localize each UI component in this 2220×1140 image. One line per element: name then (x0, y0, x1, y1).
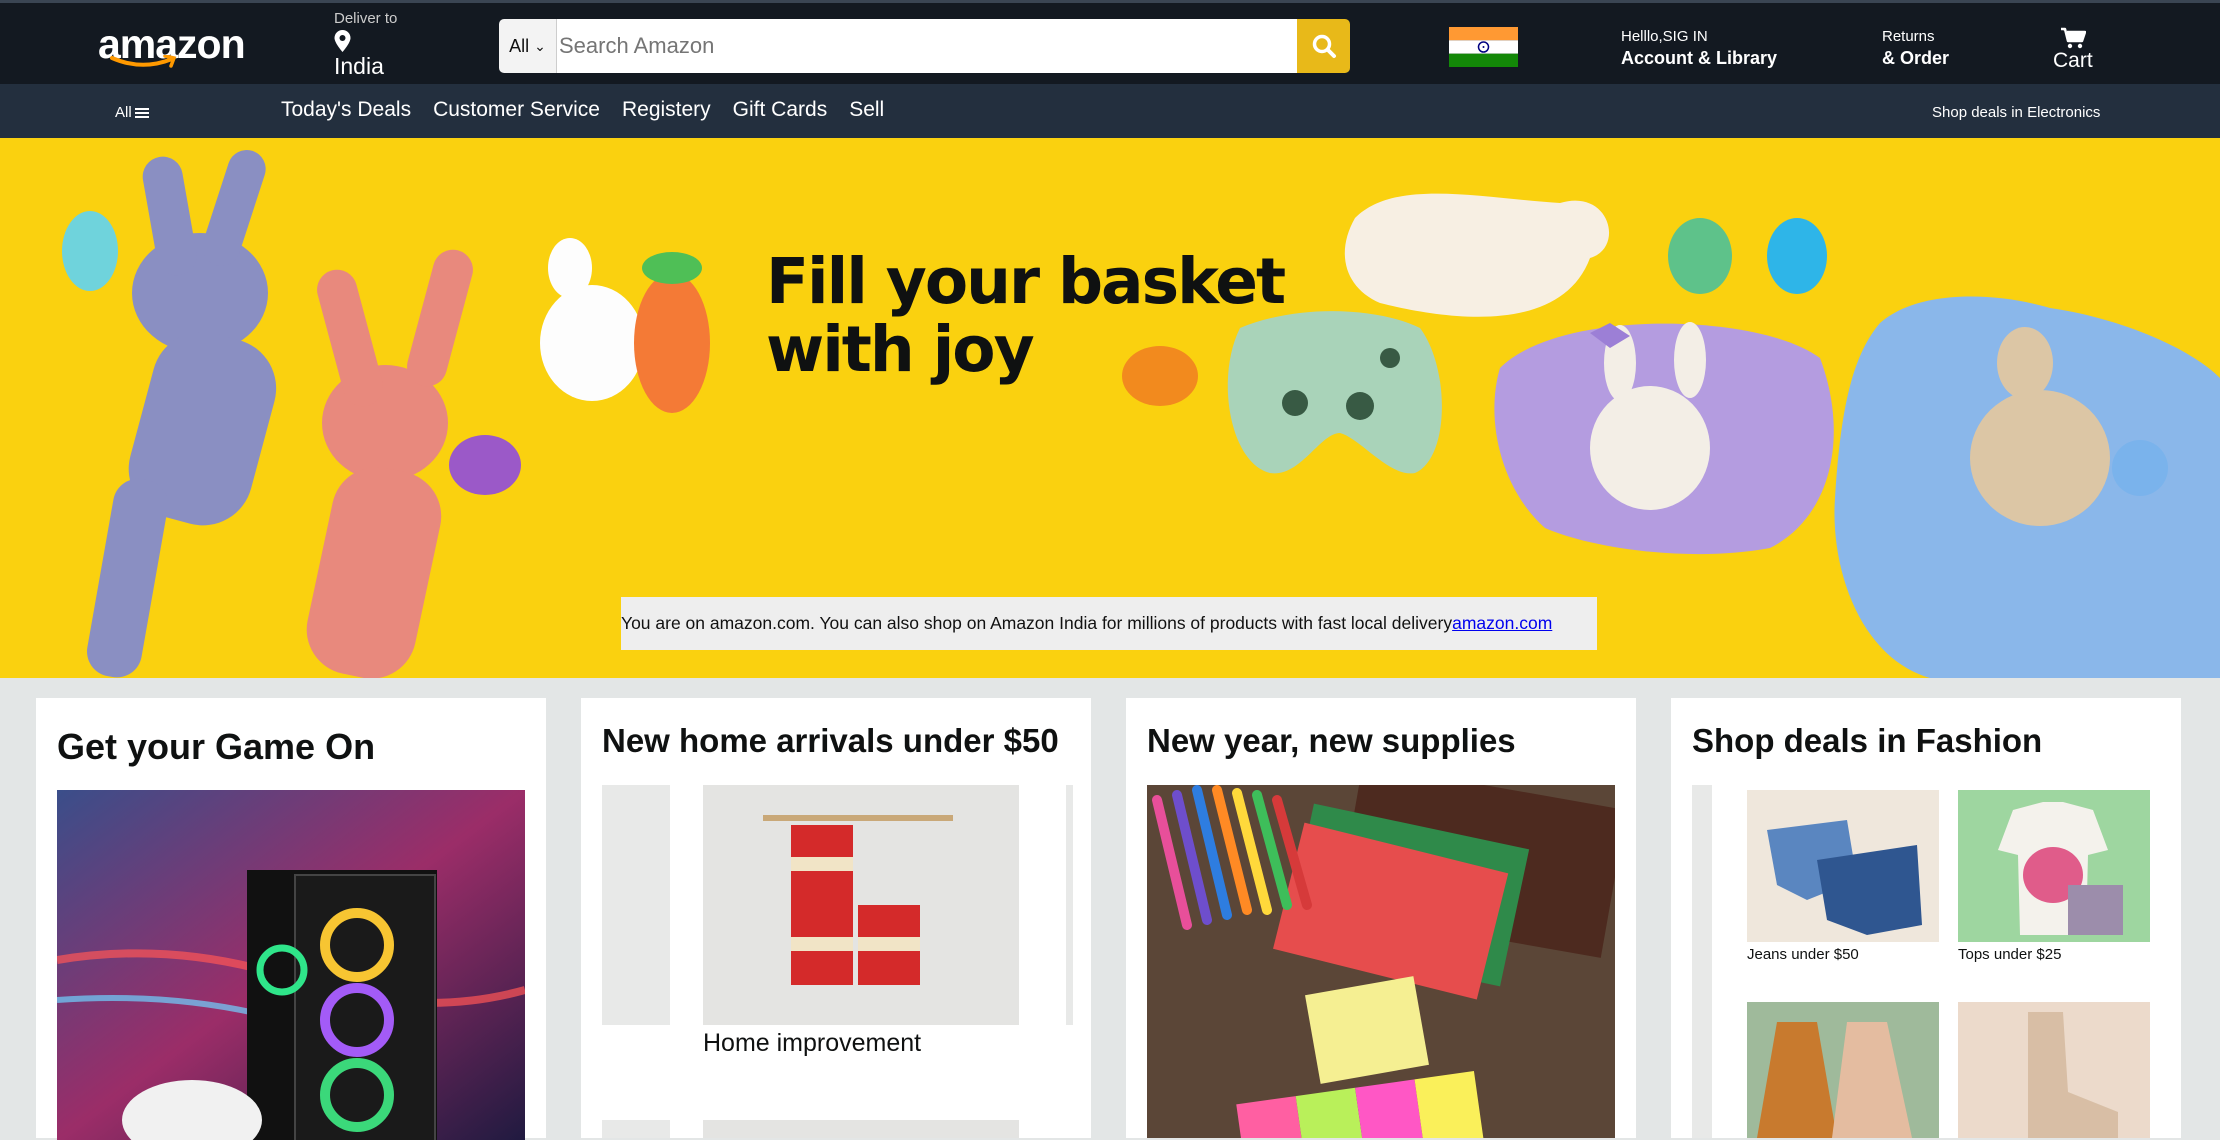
tile-caption-tops[interactable]: Tops under $25 (1958, 946, 2061, 963)
hamburger-icon (134, 107, 149, 118)
hero-headline-line2: with joy (766, 313, 1035, 386)
tile-caption-jeans[interactable]: Jeans under $50 (1747, 946, 1859, 963)
nav-all-menu[interactable]: All (115, 104, 149, 121)
school-supplies-image[interactable] (1147, 785, 1615, 1138)
carousel-prev-tile[interactable] (602, 785, 670, 1025)
nav-links: Today's Deals Customer Service Registery… (281, 98, 884, 122)
orders-label: & Order (1882, 48, 1950, 68)
search-button[interactable] (1297, 19, 1350, 73)
milk-paint-image[interactable] (703, 785, 1019, 1025)
card-title: New home arrivals under $50 (602, 722, 1059, 759)
card-title: Shop deals in Fashion (1692, 722, 2043, 759)
hero-headline-line1: Fill your basket (766, 245, 1286, 318)
carousel-tile[interactable] (703, 1120, 1019, 1138)
cart-icon (2060, 27, 2086, 49)
tile-caption-home-improvement[interactable]: Home improvement (703, 1029, 921, 1058)
search-input[interactable] (557, 19, 1297, 73)
search-department-label: All (509, 35, 530, 56)
logo-smile-icon (110, 55, 177, 68)
dresses-image[interactable] (1747, 1002, 1939, 1138)
jeans-image[interactable] (1747, 790, 1939, 942)
india-flag-icon[interactable] (1449, 27, 1518, 67)
nav-link-gift-cards[interactable]: Gift Cards (733, 98, 828, 122)
search-bar: All ⌄ (499, 19, 1350, 73)
chevron-down-icon: ⌄ (534, 37, 546, 54)
account-label: Account & Library (1621, 48, 1778, 68)
carousel-tile[interactable] (602, 1120, 670, 1138)
boots-image[interactable] (1958, 1002, 2150, 1138)
nav-bar: All Today's Deals Customer Service Regis… (0, 84, 2220, 138)
bunny-purse (1494, 322, 1834, 555)
card-title: Get your Game On (57, 726, 376, 767)
returns-orders[interactable]: Returns & Order (1882, 28, 1949, 69)
hero-headline: Fill your basket with joy (766, 245, 1286, 386)
account-greeting: Helllo,SIG IN (1621, 28, 1708, 45)
deliver-to-label: Deliver to (334, 10, 398, 27)
card-title: New year, new supplies (1147, 722, 1516, 759)
nav-link-customer-service[interactable]: Customer Service (433, 98, 600, 122)
returns-label: Returns (1882, 28, 1935, 45)
locale-notice: You are on amazon.com. You can also shop… (621, 597, 1597, 650)
location-pin-icon (334, 30, 351, 52)
cart-button[interactable]: Cart (2053, 27, 2093, 73)
account-menu[interactable]: Helllo,SIG IN Account & Library (1621, 28, 1777, 69)
easter-egg-blue (62, 211, 118, 291)
deliver-country: India (334, 53, 384, 79)
search-icon (1312, 34, 1336, 58)
hero-banner[interactable]: Fill your basket with joy You are on ama… (0, 138, 2220, 678)
nav-link-registry[interactable]: Registery (622, 98, 711, 122)
card-fashion-deals[interactable]: Shop deals in Fashion Jeans under $50 To… (1671, 698, 2181, 1138)
blue-sweater (1834, 296, 2220, 678)
nav-link-todays-deals[interactable]: Today's Deals (281, 98, 411, 122)
ceramic-bunny-dish (1344, 193, 1610, 317)
card-new-supplies[interactable]: New year, new supplies (1126, 698, 1636, 1138)
cart-label: Cart (2053, 49, 2093, 72)
gaming-pc-image[interactable] (57, 790, 525, 1140)
easter-egg-blue-dotted (1767, 218, 1827, 294)
easter-egg-green (1668, 218, 1732, 294)
search-department-select[interactable]: All ⌄ (499, 19, 557, 73)
carousel-prev-tile[interactable] (1692, 785, 1712, 1138)
nav-promo-link[interactable]: Shop deals in Electronics (1932, 104, 2100, 121)
tops-image[interactable] (1958, 790, 2150, 942)
crochet-bunny-lavender (87, 150, 277, 678)
easter-egg-purple (449, 435, 521, 495)
card-gaming[interactable]: Get your Game On (36, 698, 546, 1140)
top-header: amazon Deliver to India All ⌄ Search Ama… (0, 0, 2220, 84)
locale-notice-text: You are on amazon.com. You can also shop… (621, 613, 1453, 633)
nav-link-sell[interactable]: Sell (849, 98, 884, 122)
pop-it-bunny (540, 238, 710, 413)
carousel-next-tile[interactable] (1066, 785, 1073, 1025)
locale-notice-link[interactable]: amazon.com (1452, 613, 1552, 634)
card-home-arrivals[interactable]: New home arrivals under $50 Home improve… (581, 698, 1091, 1138)
nav-all-label: All (115, 104, 132, 121)
